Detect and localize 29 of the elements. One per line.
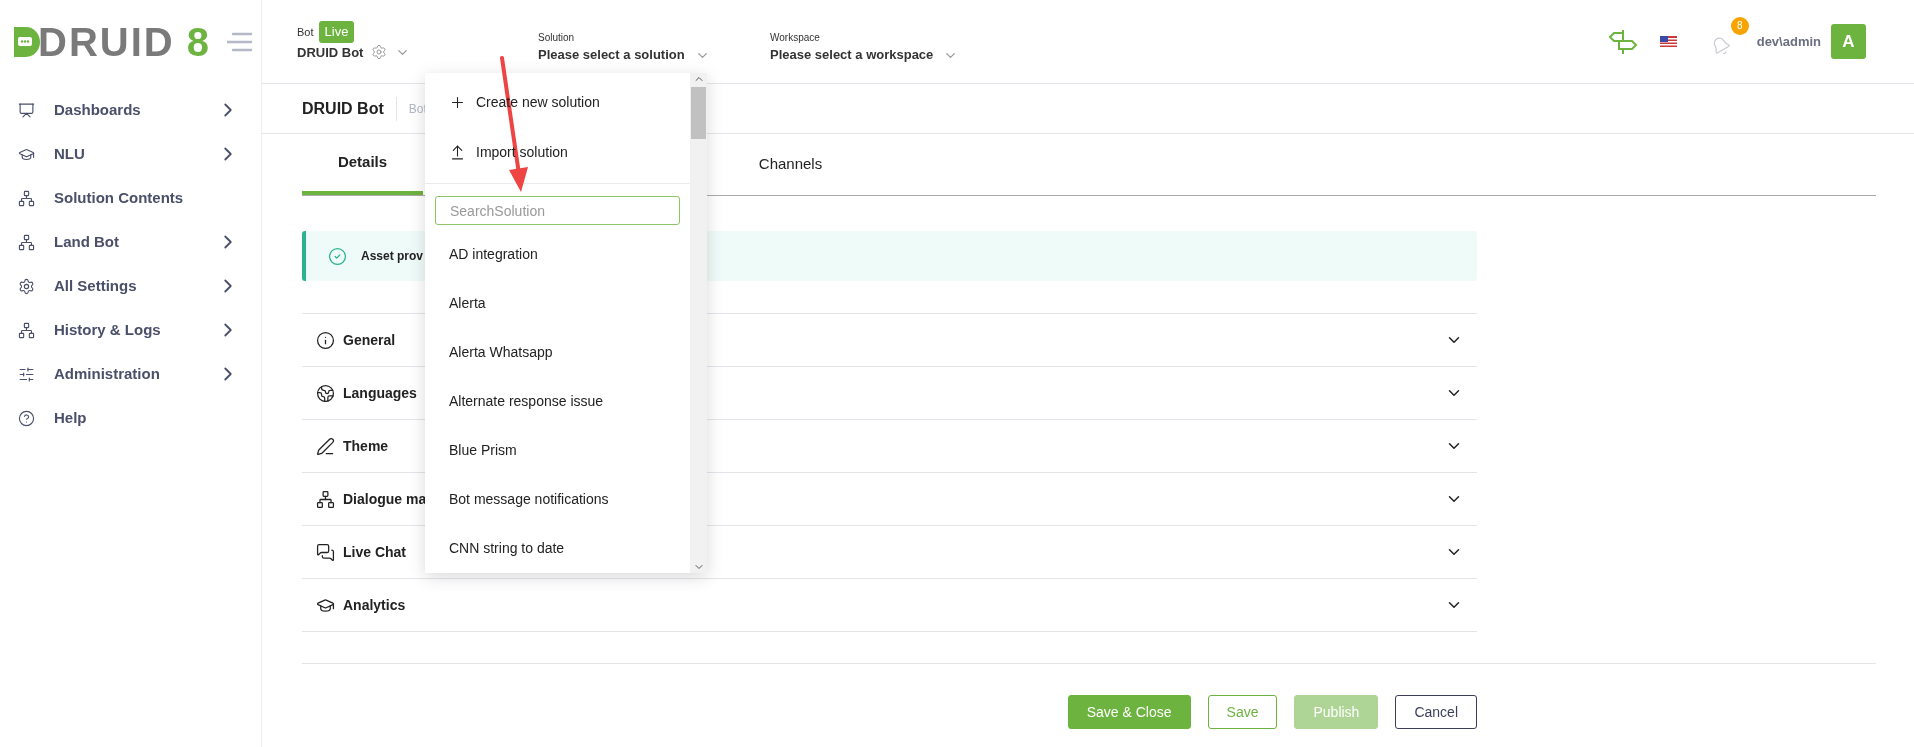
search-field[interactable]: SearchSolution (435, 196, 680, 225)
sidebar-item[interactable]: Administration (0, 352, 261, 396)
solution-option[interactable]: Bot message notifications (425, 475, 690, 524)
field-label: Bot (297, 24, 314, 40)
sidebar-item[interactable]: History & Logs (0, 308, 261, 352)
sidebar-item[interactable]: Solution Contents (0, 176, 261, 220)
sidebar-item[interactable]: NLU (0, 132, 261, 176)
page-title: DRUID Bot (302, 96, 397, 121)
solution-option[interactable]: CNN string to date (425, 524, 690, 573)
notification-badge: 8 (1730, 16, 1749, 35)
alert-text: Asset prov (361, 248, 424, 265)
solution-option[interactable]: AD integration (425, 230, 690, 279)
action-button[interactable]: Cancel (1395, 695, 1477, 729)
live-badge: Live (318, 21, 355, 43)
field-label: Solution (538, 31, 576, 46)
accordion-section[interactable]: Analytics (302, 579, 1477, 632)
tab[interactable]: Channels (730, 134, 851, 195)
user-name[interactable]: dev\admin (1756, 31, 1821, 52)
sidebar-item[interactable]: All Settings (0, 264, 261, 308)
sidebar-item[interactable]: Dashboards (0, 88, 261, 132)
workspace-selector[interactable]: Please select a workspace (770, 45, 934, 65)
logo-version: 8 (186, 22, 209, 62)
solution-option[interactable]: Blue Prism (425, 426, 690, 475)
solution-selector[interactable]: Please select a solution (538, 45, 685, 65)
logo-text: DRUID (38, 22, 175, 62)
field-label: Workspace (770, 31, 821, 46)
sidebar-item[interactable]: Land Bot (0, 220, 261, 264)
bot-selector[interactable]: DRUID Bot (297, 42, 364, 62)
sidebar-item[interactable]: Help (0, 396, 261, 440)
